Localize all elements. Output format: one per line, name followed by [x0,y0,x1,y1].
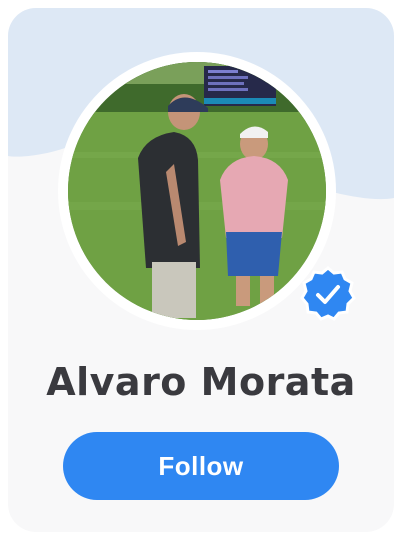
avatar[interactable] [68,62,326,320]
profile-name: Alvaro Morata [46,360,356,404]
avatar-photo [68,62,326,320]
avatar-frame [58,52,336,330]
profile-card: Alvaro Morata Follow [8,8,394,532]
check-badge-icon [300,266,356,321]
follow-button[interactable]: Follow [63,432,339,500]
